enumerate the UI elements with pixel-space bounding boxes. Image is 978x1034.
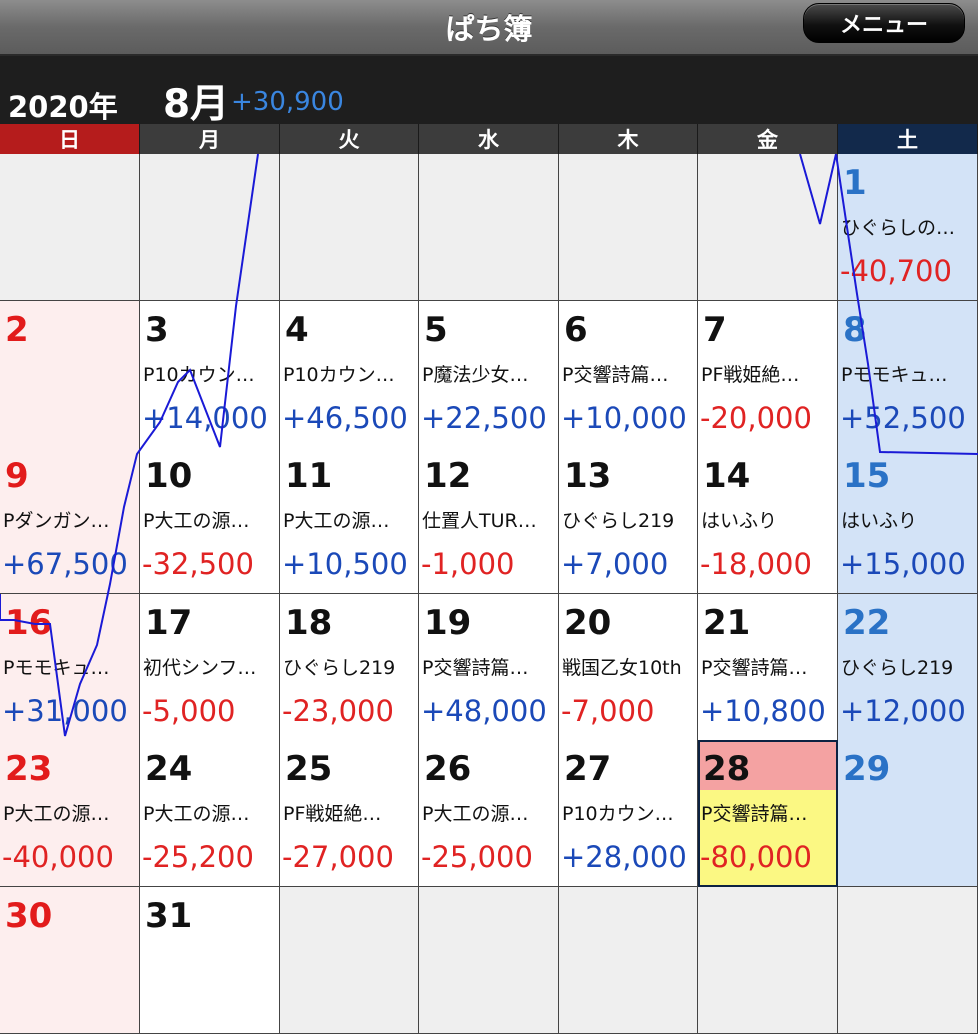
weekday-header: 日月火水木金土 bbox=[0, 124, 978, 154]
year-label: 2020年 bbox=[8, 90, 118, 124]
menu-button[interactable]: メニュー bbox=[803, 3, 965, 43]
weekday-0: 日 bbox=[0, 124, 140, 154]
calendar-grid: 1 ひぐらしの… -40,700 2 3 P10カウン… +14,000 4 P10カウン… +4… bbox=[0, 154, 978, 1034]
weekday-6: 土 bbox=[838, 124, 978, 154]
month-summary-bar: 2020年 8月 +30,900 bbox=[0, 56, 978, 127]
weekday-4: 木 bbox=[559, 124, 698, 154]
month-total: +30,900 bbox=[231, 87, 344, 117]
balance-trend-line bbox=[0, 154, 978, 737]
weekday-5: 金 bbox=[698, 124, 838, 154]
weekday-1: 月 bbox=[140, 124, 280, 154]
weekday-3: 水 bbox=[419, 124, 559, 154]
title-bar: ぱち簿 メニュー bbox=[0, 0, 978, 56]
weekday-2: 火 bbox=[280, 124, 419, 154]
trend-line-segment-1 bbox=[0, 154, 259, 737]
trend-line-segment-2 bbox=[799, 154, 978, 455]
month-label[interactable]: 8月 bbox=[163, 73, 229, 129]
